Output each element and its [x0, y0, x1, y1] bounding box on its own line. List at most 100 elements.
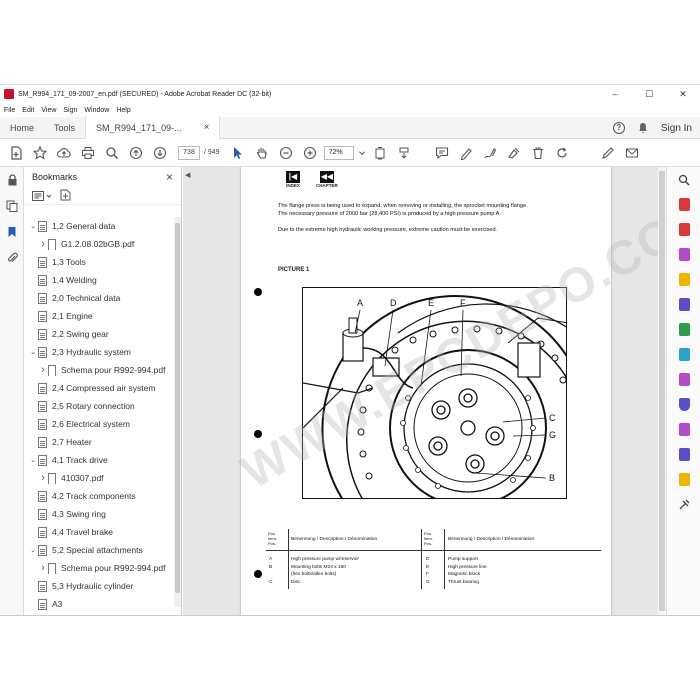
tab-document[interactable]: SM_R994_171_09-... ×	[85, 116, 221, 139]
print-icon[interactable]	[76, 141, 100, 165]
upload-cloud-icon[interactable]	[52, 141, 76, 165]
document-scrollbar[interactable]	[658, 167, 666, 615]
menu-file[interactable]: File	[4, 107, 15, 114]
select-cursor-icon[interactable]	[226, 141, 250, 165]
sign-in-button[interactable]: Sign In	[661, 123, 692, 134]
table-row-desc: (hex bolts/allen bolts)	[291, 572, 337, 577]
page-number-input[interactable]: 738	[178, 145, 200, 160]
menu-window[interactable]: Window	[84, 107, 109, 114]
bookmarks-panel-icon[interactable]	[0, 219, 24, 245]
menu-sign[interactable]: Sign	[63, 107, 77, 114]
prepare-form-icon[interactable]	[667, 417, 700, 442]
create-pdf-tool-icon[interactable]	[667, 217, 700, 242]
sign-pen-icon[interactable]	[596, 141, 620, 165]
hand-tool-icon[interactable]	[250, 141, 274, 165]
chevron-down-icon[interactable]: ⌄	[28, 546, 38, 554]
enhance-scans-icon[interactable]	[667, 342, 700, 367]
chevron-down-icon[interactable]: ⌄	[28, 456, 38, 464]
create-pdf-icon[interactable]	[4, 141, 28, 165]
search-tool-icon[interactable]	[667, 167, 700, 192]
bookmark-item[interactable]: › 410307.pdf	[24, 469, 174, 487]
bookmark-item[interactable]: 4,3 Swing ring	[24, 505, 174, 523]
bookmark-item[interactable]: ⌄ 1,2 General data	[24, 217, 174, 235]
menu-help[interactable]: Help	[116, 107, 130, 114]
next-page-icon[interactable]	[148, 141, 172, 165]
chevron-right-icon[interactable]: ›	[38, 238, 48, 250]
send-track-icon[interactable]	[667, 467, 700, 492]
bookmark-item[interactable]: 1,4 Welding	[24, 271, 174, 289]
send-for-signature-icon[interactable]	[667, 442, 700, 467]
close-window-button[interactable]: ✕	[666, 85, 700, 103]
index-nav-button[interactable]: |◀ INDEX	[286, 171, 300, 188]
security-lock-icon[interactable]	[0, 167, 24, 193]
previous-page-icon[interactable]	[124, 141, 148, 165]
tab-home[interactable]: Home	[0, 117, 44, 139]
bookmark-star-icon[interactable]	[28, 141, 52, 165]
rotate-icon[interactable]	[550, 141, 574, 165]
maximize-button[interactable]: ☐	[632, 85, 666, 103]
menu-view[interactable]: View	[41, 107, 56, 114]
chevron-right-icon[interactable]: ›	[38, 472, 48, 484]
page-bookmark-icon	[38, 580, 47, 592]
fill-sign-icon[interactable]	[502, 141, 526, 165]
tab-close-icon[interactable]: ×	[204, 117, 210, 139]
fill-sign-tool-icon[interactable]	[667, 367, 700, 392]
protect-shield-icon[interactable]	[667, 392, 700, 417]
zoom-out-icon[interactable]	[274, 141, 298, 165]
find-search-icon[interactable]	[100, 141, 124, 165]
zoom-dropdown-chevron-icon[interactable]	[356, 141, 368, 165]
bookmark-item[interactable]: 2,2 Swing gear	[24, 325, 174, 343]
bookmark-item[interactable]: ⌄ 4,1 Track drive	[24, 451, 174, 469]
bookmark-item[interactable]: ⌄ 2,3 Hydraulic system	[24, 343, 174, 361]
bookmark-item[interactable]: 2,5 Rotary connection	[24, 397, 174, 415]
bookmarks-tree: ⌄ 1,2 General data › G1.2.08.02bGB.pdf 1,3 T…	[24, 217, 174, 613]
bookmark-item[interactable]: 2,0 Technical data	[24, 289, 174, 307]
delete-trash-icon[interactable]	[526, 141, 550, 165]
bookmark-options-icon[interactable]	[32, 190, 52, 201]
zoom-in-icon[interactable]	[298, 141, 322, 165]
highlight-pen-icon[interactable]	[454, 141, 478, 165]
notification-bell-icon[interactable]	[637, 122, 649, 134]
chapter-nav-button[interactable]: ◀◀ CHAPTER	[316, 171, 338, 188]
page-thumbnails-icon[interactable]	[0, 193, 24, 219]
chevron-down-icon[interactable]: ⌄	[28, 222, 38, 230]
bookmark-item[interactable]: 1,3 Tools	[24, 253, 174, 271]
new-bookmark-icon[interactable]	[60, 189, 71, 203]
edit-pdf-icon[interactable]	[667, 242, 700, 267]
bookmarks-close-icon[interactable]: ×	[166, 170, 173, 184]
chevron-right-icon[interactable]: ›	[38, 562, 48, 574]
bookmark-item[interactable]: 2,1 Engine	[24, 307, 174, 325]
bookmark-item[interactable]: 5,3 Hydraulic cylinder	[24, 577, 174, 595]
bookmarks-scrollbar[interactable]	[174, 217, 181, 607]
chevron-right-icon[interactable]: ›	[38, 364, 48, 376]
zoom-level-select[interactable]: 72%	[323, 145, 354, 160]
share-mail-icon[interactable]	[620, 141, 644, 165]
attachments-paperclip-icon[interactable]	[0, 245, 24, 271]
combine-files-icon[interactable]	[667, 292, 700, 317]
bookmark-item[interactable]: › Schema pour R992-994.pdf	[24, 361, 174, 379]
draw-icon[interactable]	[478, 141, 502, 165]
bookmark-item[interactable]: 4,4 Travel brake	[24, 523, 174, 541]
bookmark-item[interactable]: 2,4 Compressed air system	[24, 379, 174, 397]
chevron-down-icon[interactable]: ⌄	[28, 348, 38, 356]
comment-tool-icon[interactable]	[667, 267, 700, 292]
scroll-mode-icon[interactable]	[392, 141, 416, 165]
document-viewport[interactable]: |◀ INDEX ◀◀ CHAPTER The flange press is …	[183, 167, 666, 615]
menu-edit[interactable]: Edit	[22, 107, 34, 114]
bookmark-item[interactable]: › G1.2.08.02bGB.pdf	[24, 235, 174, 253]
help-icon[interactable]: ?	[612, 122, 625, 134]
bookmark-item[interactable]: 4,2 Track components	[24, 487, 174, 505]
bookmark-item[interactable]: › Schema pour R992-994.pdf	[24, 559, 174, 577]
bookmark-item[interactable]: A3	[24, 595, 174, 613]
collapse-panel-icon[interactable]: ◀	[185, 171, 193, 187]
page-fit-icon[interactable]	[368, 141, 392, 165]
more-tools-icon[interactable]	[667, 492, 700, 517]
bookmark-item[interactable]: 2,6 Electrical system	[24, 415, 174, 433]
comment-icon[interactable]	[430, 141, 454, 165]
tab-tools[interactable]: Tools	[44, 117, 85, 139]
minimize-button[interactable]: –	[598, 85, 632, 103]
export-pdf-icon[interactable]	[667, 192, 700, 217]
organize-pages-icon[interactable]	[667, 317, 700, 342]
bookmark-item[interactable]: 2,7 Heater	[24, 433, 174, 451]
bookmark-item[interactable]: ⌄ 5,2 Special attachments	[24, 541, 174, 559]
